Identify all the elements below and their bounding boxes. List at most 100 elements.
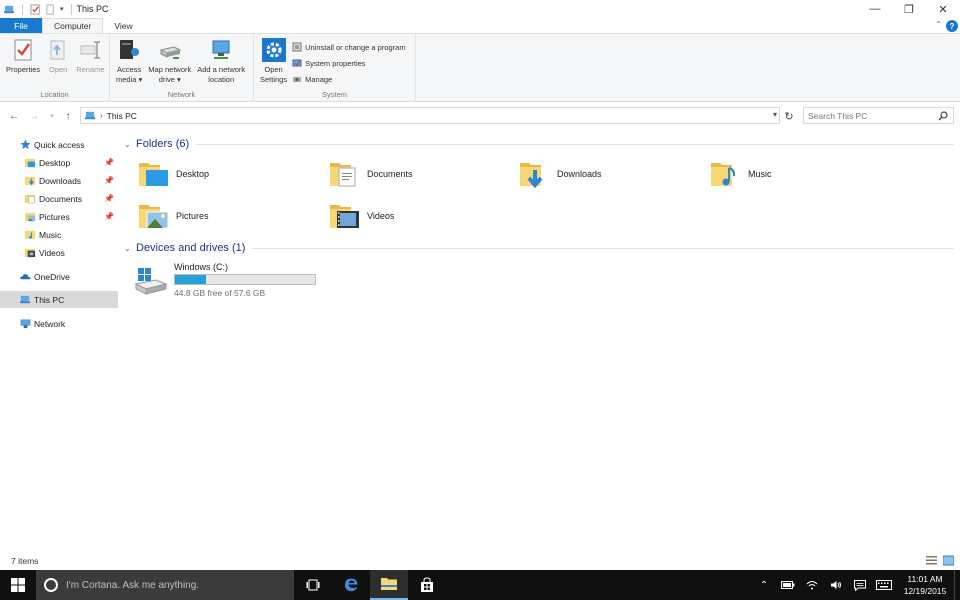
nav-onedrive[interactable]: OneDrive	[0, 268, 118, 285]
touch-keyboard-icon[interactable]	[872, 570, 896, 600]
large-icons-view-icon[interactable]	[943, 555, 954, 566]
system-properties-icon	[292, 59, 302, 67]
minimize-button[interactable]: —	[858, 0, 892, 18]
tab-computer[interactable]: Computer	[42, 18, 104, 33]
show-hidden-icons-chevron-icon[interactable]: ⌃	[752, 570, 776, 600]
volume-icon[interactable]	[824, 570, 848, 600]
file-explorer-icon	[381, 578, 397, 590]
details-view-icon[interactable]	[926, 555, 937, 566]
windows-logo-icon	[11, 578, 25, 592]
navigation-bar: ← → ▾ ↑ › This PC ▾ ↻	[0, 106, 960, 126]
rename-icon	[80, 41, 101, 59]
group-label-location: Location	[40, 90, 69, 99]
pin-icon[interactable]: 📌	[104, 212, 114, 221]
videos-folder-icon	[330, 205, 359, 228]
separator	[70, 3, 72, 15]
folder-tile-videos[interactable]: Videos	[329, 199, 509, 233]
documents-folder-icon	[330, 163, 356, 187]
documents-folder-icon	[25, 194, 36, 204]
show-desktop-button[interactable]	[954, 570, 960, 600]
downloads-folder-icon	[520, 163, 543, 189]
nav-this-pc[interactable]: This PC	[0, 291, 118, 308]
item-count: 7 items	[11, 556, 39, 566]
folders-section-header[interactable]: ⌄ Folders (6)	[124, 136, 954, 152]
content-pane: ⌄ Folders (6) Desktop Documents Download…	[124, 130, 960, 550]
nav-item-downloads[interactable]: Downloads 📌	[0, 172, 118, 189]
start-button[interactable]	[0, 570, 36, 600]
pin-icon[interactable]: 📌	[104, 158, 114, 167]
search-input[interactable]	[808, 110, 936, 121]
edge-icon	[345, 578, 358, 592]
ribbon-group-system: Open Settings Uninstall or change a prog…	[254, 34, 416, 102]
folder-tile-music[interactable]: Music	[710, 157, 890, 191]
ribbon-tabs: File Computer View ⌃ ?	[0, 18, 960, 34]
wifi-icon[interactable]	[800, 570, 824, 600]
search-icon	[938, 111, 948, 121]
task-view-button[interactable]	[294, 570, 332, 600]
nav-item-pictures[interactable]: Pictures 📌	[0, 208, 118, 225]
collapse-chevron-icon[interactable]: ⌄	[124, 140, 136, 149]
pictures-folder-icon	[25, 212, 36, 222]
tab-file[interactable]: File	[0, 18, 42, 33]
ribbon-group-location: Properties Open Rename Location	[0, 34, 110, 102]
folder-tile-downloads[interactable]: Downloads	[519, 157, 699, 191]
taskbar: I'm Cortana. Ask me anything. ⌃ 11:01 AM…	[0, 570, 960, 600]
quick-access-toolbar: ▾	[0, 0, 75, 18]
pin-icon[interactable]: 📌	[104, 176, 114, 185]
pin-icon[interactable]: 📌	[104, 194, 114, 203]
nav-item-music[interactable]: Music	[0, 226, 118, 243]
nav-item-videos[interactable]: Videos	[0, 244, 118, 261]
taskbar-edge[interactable]	[332, 570, 370, 600]
folder-tile-desktop[interactable]: Desktop	[138, 157, 318, 191]
collapse-chevron-icon[interactable]: ⌄	[124, 244, 136, 253]
ribbon: Properties Open Rename Location Access m…	[0, 34, 960, 102]
folder-tile-documents[interactable]: Documents	[329, 157, 509, 191]
properties-checkmark-icon[interactable]	[30, 3, 41, 15]
address-bar[interactable]: › This PC ▾	[80, 107, 780, 124]
action-center-icon[interactable]	[848, 570, 872, 600]
clock[interactable]: 11:01 AM 12/19/2015	[896, 573, 954, 597]
nav-item-desktop[interactable]: Desktop 📌	[0, 154, 118, 171]
address-dropdown-icon[interactable]: ▾	[773, 110, 777, 119]
ribbon-group-network: Access media ▾ Map network drive ▾ Add a…	[110, 34, 254, 102]
cortana-search-box[interactable]: I'm Cortana. Ask me anything.	[36, 570, 294, 600]
devices-section-header[interactable]: ⌄ Devices and drives (1)	[124, 240, 954, 256]
nav-network[interactable]: Network	[0, 315, 118, 332]
view-switcher	[926, 555, 954, 566]
new-folder-icon[interactable]	[45, 3, 56, 15]
navigation-pane: Quick access Desktop 📌 Downloads 📌 Docum…	[0, 130, 120, 550]
customize-dropdown-icon[interactable]: ▾	[60, 5, 64, 13]
cortana-icon	[44, 578, 58, 592]
manage-button[interactable]: Manage	[292, 73, 405, 85]
collapse-ribbon-icon[interactable]: ⌃	[935, 20, 942, 29]
refresh-button[interactable]: ↻	[781, 108, 797, 124]
taskbar-file-explorer[interactable]	[370, 570, 408, 600]
up-button[interactable]: ↑	[60, 108, 76, 124]
nav-item-documents[interactable]: Documents 📌	[0, 190, 118, 207]
system-properties-button[interactable]: System properties	[292, 57, 405, 69]
breadcrumb-chevron-icon[interactable]: ›	[100, 111, 103, 120]
folder-tile-pictures[interactable]: Pictures	[138, 199, 318, 233]
forward-button[interactable]: →	[26, 108, 42, 124]
uninstall-program-button[interactable]: Uninstall or change a program	[292, 41, 406, 53]
nav-quick-access[interactable]: Quick access	[0, 136, 118, 153]
task-view-icon	[306, 579, 320, 591]
tab-view[interactable]: View	[103, 18, 143, 33]
downloads-folder-icon	[25, 176, 36, 186]
search-box[interactable]	[803, 107, 954, 124]
drive-free-space: 44.8 GB free of 57.6 GB	[174, 288, 266, 298]
recent-locations-dropdown[interactable]: ▾	[44, 108, 60, 124]
system-tray: ⌃ 11:01 AM 12/19/2015	[752, 570, 960, 600]
music-folder-icon	[25, 230, 36, 240]
battery-icon[interactable]	[776, 570, 800, 600]
restore-button[interactable]: ❐	[892, 0, 926, 18]
close-button[interactable]: ✕	[926, 0, 960, 18]
back-button[interactable]: ←	[6, 108, 22, 124]
pictures-folder-icon	[139, 205, 169, 229]
taskbar-store[interactable]	[408, 570, 446, 600]
breadcrumb-this-pc[interactable]: This PC	[107, 111, 137, 121]
drive-usage-bar	[174, 274, 316, 285]
drive-tile-windows-c[interactable]: Windows (C:) 44.8 GB free of 57.6 GB	[134, 262, 334, 302]
title-bar: ▾ This PC — ❐ ✕	[0, 0, 960, 18]
help-icon[interactable]: ?	[946, 20, 958, 32]
